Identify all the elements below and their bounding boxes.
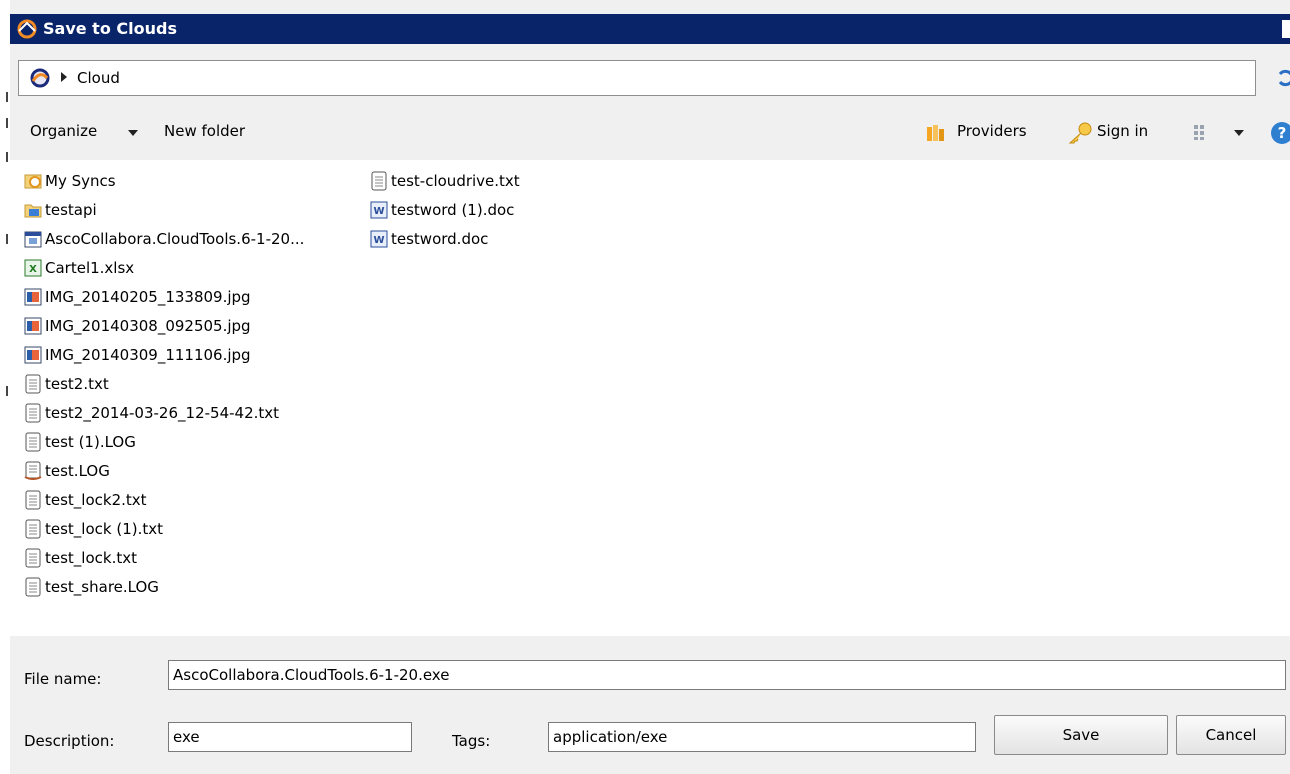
file-list-pane[interactable]: My Syncs testapi AscoCollabora.CloudTool… [10, 160, 1290, 636]
file-name: test2.txt [45, 375, 109, 393]
providers-icon [927, 125, 944, 141]
refresh-icon[interactable] [1274, 66, 1290, 90]
text-file-icon [25, 490, 41, 510]
help-icon[interactable]: ? [1270, 121, 1290, 145]
file-name: test (1).LOG [45, 433, 136, 451]
list-item[interactable]: W testword (1).doc [370, 197, 514, 223]
image-file-icon [24, 346, 42, 364]
file-name: AscoCollabora.CloudTools.6-1-20... [45, 230, 305, 248]
file-name: testword (1).doc [391, 201, 515, 219]
list-item[interactable]: test_lock (1).txt [24, 516, 163, 542]
cloud-app-icon [17, 19, 37, 39]
title-bar[interactable]: Save to Clouds [10, 14, 1290, 44]
organize-menu-button[interactable]: Organize [30, 122, 97, 140]
command-toolbar: Organize New folder Providers Sign in ? [10, 112, 1290, 154]
file-name: IMG_20140309_111106.jpg [45, 346, 251, 364]
syncs-folder-icon [24, 174, 42, 189]
list-item[interactable]: test_share.LOG [24, 574, 159, 600]
list-item[interactable]: test_lock.txt [24, 545, 137, 571]
file-name: test_lock2.txt [45, 491, 147, 509]
cancel-button[interactable]: Cancel [1176, 715, 1286, 755]
list-item[interactable]: AscoCollabora.CloudTools.6-1-20... [24, 226, 304, 252]
file-name: test.LOG [45, 462, 110, 480]
edge-tick [6, 152, 8, 162]
text-file-icon [25, 374, 41, 394]
save-button[interactable]: Save [994, 715, 1168, 755]
list-item[interactable]: IMG_20140308_092505.jpg [24, 313, 251, 339]
svg-text:?: ? [1278, 124, 1287, 142]
text-file-icon [371, 171, 387, 191]
list-item[interactable]: test_lock2.txt [24, 487, 147, 513]
file-name: IMG_20140205_133809.jpg [45, 288, 251, 306]
edge-tick [6, 118, 8, 128]
providers-button[interactable]: Providers [957, 122, 1027, 140]
file-name-field[interactable]: AscoCollabora.CloudTools.6-1-20.exe [168, 660, 1286, 690]
description-label: Description: [24, 732, 115, 750]
file-name: test-cloudrive.txt [391, 172, 520, 190]
sign-in-button[interactable]: Sign in [1097, 122, 1148, 140]
list-item[interactable]: test-cloudrive.txt [370, 168, 520, 194]
breadcrumb-path[interactable]: Cloud [77, 69, 120, 87]
image-file-icon [24, 317, 42, 335]
new-folder-button[interactable]: New folder [164, 122, 245, 140]
text-file-icon [25, 548, 41, 568]
svg-text:W: W [373, 206, 384, 217]
organize-dropdown-icon[interactable] [128, 130, 138, 136]
key-icon [1068, 122, 1092, 144]
word-file-icon: W [370, 201, 388, 219]
text-file-icon [25, 432, 41, 452]
word-file-icon: W [370, 230, 388, 248]
text-file-icon [25, 519, 41, 539]
file-name: test_lock (1).txt [45, 520, 164, 538]
excel-file-icon: X [24, 259, 42, 277]
file-name: testapi [45, 201, 97, 219]
edge-tick [6, 234, 8, 244]
svg-text:X: X [29, 264, 37, 275]
file-name-label: File name: [24, 670, 102, 688]
window-control-edge[interactable] [1282, 20, 1290, 38]
text-file-icon [25, 403, 41, 423]
file-name: Cartel1.xlsx [45, 259, 135, 277]
file-name: My Syncs [45, 172, 116, 190]
tags-field[interactable]: application/exe [548, 722, 976, 752]
cloud-location-icon [30, 68, 50, 88]
breadcrumb-arrow-icon[interactable] [61, 72, 67, 82]
image-file-icon [24, 288, 42, 306]
list-item[interactable]: test2.txt [24, 371, 109, 397]
file-name: test_share.LOG [45, 578, 159, 596]
list-item[interactable]: My Syncs [24, 168, 116, 194]
list-item[interactable]: IMG_20140309_111106.jpg [24, 342, 251, 368]
list-item[interactable]: test.LOG [24, 458, 110, 484]
log-file-icon [24, 461, 42, 480]
list-item[interactable]: testapi [24, 197, 97, 223]
file-name: testword.doc [391, 230, 489, 248]
svg-text:W: W [373, 235, 384, 246]
file-name: test2_2014-03-26_12-54-42.txt [45, 404, 280, 422]
view-dropdown-icon[interactable] [1234, 130, 1244, 136]
list-item[interactable]: test (1).LOG [24, 429, 136, 455]
file-name: test_lock.txt [45, 549, 137, 567]
edge-tick [6, 386, 8, 396]
save-to-clouds-dialog: Save to Clouds Cloud Organize New folder… [0, 0, 1290, 774]
tags-label: Tags: [452, 732, 491, 750]
address-bar[interactable]: Cloud [18, 60, 1256, 96]
exe-file-icon [24, 231, 42, 248]
left-edge-strip [0, 0, 10, 774]
folder-icon [24, 204, 42, 218]
list-item[interactable]: IMG_20140205_133809.jpg [24, 284, 251, 310]
text-file-icon [25, 577, 41, 597]
list-item[interactable]: test2_2014-03-26_12-54-42.txt [24, 400, 279, 426]
edge-tick [6, 92, 8, 102]
file-name: IMG_20140308_092505.jpg [45, 317, 251, 335]
view-options-icon[interactable] [1193, 124, 1209, 140]
list-item[interactable]: W testword.doc [370, 226, 488, 252]
list-item[interactable]: X Cartel1.xlsx [24, 255, 134, 281]
description-field[interactable]: exe [168, 722, 412, 752]
window-title: Save to Clouds [43, 19, 177, 38]
